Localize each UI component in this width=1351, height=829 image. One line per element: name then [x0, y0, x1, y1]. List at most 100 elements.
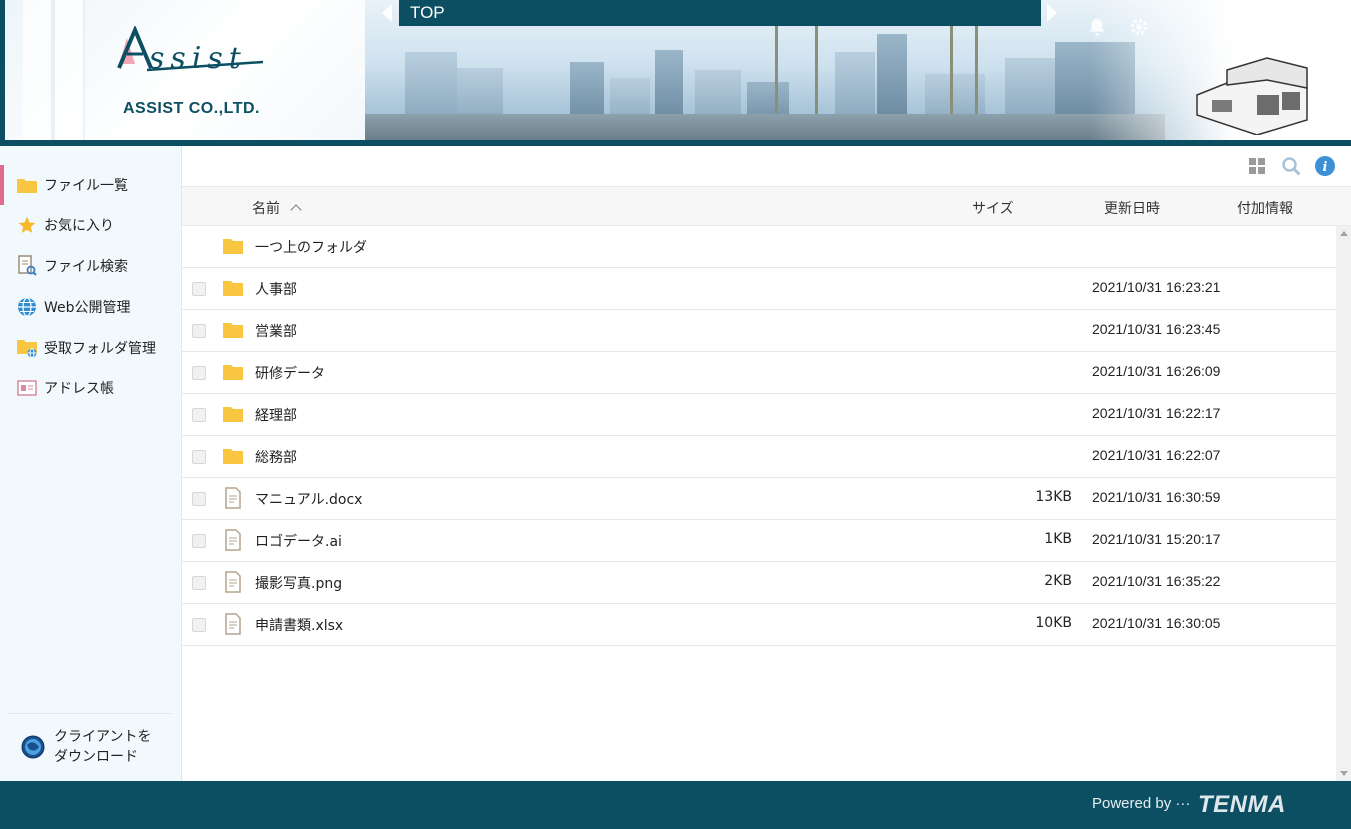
download-label-line1: クライアントを	[54, 729, 152, 745]
forward-arrow-icon[interactable]	[1047, 4, 1057, 22]
column-modified[interactable]: 更新日時	[1104, 198, 1160, 218]
document-icon	[225, 487, 241, 509]
table-row[interactable]: 申請書類.xlsx 10KB 2021/10/31 16:30:05	[182, 604, 1336, 646]
inbox-folder-icon	[16, 337, 38, 359]
sidebar-item-inbox-folder[interactable]: 受取フォルダ管理	[0, 328, 182, 368]
file-size: 10KB	[1035, 615, 1072, 631]
file-size: 2KB	[1044, 573, 1072, 589]
parent-folder-label: 一つ上のフォルダ	[255, 240, 367, 256]
gear-icon[interactable]	[1128, 16, 1150, 38]
row-checkbox[interactable]	[192, 450, 206, 464]
sidebar-item-favorites[interactable]: お気に入り	[0, 205, 182, 245]
document-icon	[225, 529, 241, 551]
folder-icon	[223, 323, 243, 338]
sidebar-divider	[9, 713, 171, 714]
sort-ascending-icon	[290, 204, 302, 216]
column-extra-info[interactable]: 付加情報	[1237, 198, 1293, 218]
file-name: マニュアル.docx	[255, 492, 363, 508]
search-icon[interactable]	[1280, 155, 1302, 177]
table-row[interactable]: マニュアル.docx 13KB 2021/10/31 16:30:59	[182, 478, 1336, 520]
breadcrumb-top[interactable]: TOP	[410, 3, 445, 23]
column-size[interactable]: サイズ	[972, 198, 1014, 218]
svg-text:ssist: ssist	[149, 41, 247, 76]
folder-icon	[223, 239, 243, 254]
company-name: ASSIST CO.,LTD.	[123, 100, 260, 117]
sidebar-item-file-list[interactable]: ファイル一覧	[0, 165, 182, 205]
sidebar-item-file-search[interactable]: ファイル検索	[0, 246, 182, 286]
download-label: クライアントを ダウンロード	[54, 727, 151, 767]
table-row[interactable]: 営業部 2021/10/31 16:23:45	[182, 310, 1336, 352]
scroll-down-icon[interactable]	[1340, 771, 1348, 776]
grid-view-icon[interactable]	[1246, 155, 1268, 177]
download-client-button[interactable]: クライアントを ダウンロード	[0, 724, 182, 770]
file-name: ロゴデータ.ai	[255, 534, 342, 550]
row-checkbox[interactable]	[192, 576, 206, 590]
file-name: 経理部	[255, 408, 297, 424]
file-name: 研修データ	[255, 366, 325, 382]
sidebar: ファイル一覧 お気に入り ファイル検索 Web公開管理 受取フォルダ管理 アドレ…	[0, 146, 182, 781]
file-modified: 2021/10/31 16:22:17	[1092, 405, 1221, 421]
file-modified: 2021/10/31 16:26:09	[1092, 363, 1221, 379]
row-checkbox[interactable]	[192, 324, 206, 338]
document-icon	[225, 613, 241, 635]
row-checkbox[interactable]	[192, 408, 206, 422]
sidebar-item-label: お気に入り	[44, 218, 114, 234]
svg-text:i: i	[1323, 160, 1328, 175]
file-modified: 2021/10/31 16:22:07	[1092, 447, 1221, 463]
row-checkbox[interactable]	[192, 366, 206, 380]
row-checkbox[interactable]	[192, 492, 206, 506]
file-modified: 2021/10/31 16:35:22	[1092, 573, 1221, 589]
file-modified: 2021/10/31 15:20:17	[1092, 531, 1221, 547]
construction-site	[365, 114, 1165, 140]
breadcrumb: TOP	[399, 0, 1041, 26]
company-logo[interactable]: ssist	[113, 26, 273, 96]
file-size: 13KB	[1035, 489, 1072, 505]
sidebar-item-label: ファイル検索	[44, 259, 128, 275]
download-label-line2: ダウンロード	[54, 749, 138, 765]
row-checkbox[interactable]	[192, 534, 206, 548]
folder-icon	[16, 174, 38, 196]
logo-area: ssist ASSIST CO.,LTD.	[0, 0, 365, 140]
download-globe-icon	[21, 735, 45, 759]
file-name: 人事部	[255, 282, 297, 298]
globe-icon	[16, 296, 38, 318]
folder-icon	[223, 407, 243, 422]
row-checkbox[interactable]	[192, 618, 206, 632]
toolbar: i	[182, 146, 1351, 186]
back-arrow-icon[interactable]	[382, 4, 392, 22]
header: ssist ASSIST CO.,LTD. TOP	[0, 0, 1351, 146]
table-row[interactable]: 人事部 2021/10/31 16:23:21	[182, 268, 1336, 310]
address-card-icon	[16, 377, 38, 399]
sidebar-item-label: ファイル一覧	[44, 178, 128, 194]
file-list-panel: i 名前 サイズ 更新日時 付加情報 一つ上のフォルダ 人事部 2021/10/…	[182, 146, 1351, 781]
folder-icon	[223, 281, 243, 296]
row-checkbox[interactable]	[192, 282, 206, 296]
table-row[interactable]: 撮影写真.png 2KB 2021/10/31 16:35:22	[182, 562, 1336, 604]
table-row[interactable]: 総務部 2021/10/31 16:22:07	[182, 436, 1336, 478]
file-modified: 2021/10/31 16:23:21	[1092, 279, 1221, 295]
vertical-scrollbar[interactable]	[1336, 226, 1351, 781]
tenma-logo[interactable]: TENMA	[1198, 791, 1286, 819]
file-modified: 2021/10/31 16:30:59	[1092, 489, 1221, 505]
sidebar-item-address-book[interactable]: アドレス帳	[0, 368, 182, 408]
column-header: 名前 サイズ 更新日時 付加情報	[182, 186, 1351, 226]
powered-by-text: Powered by ···	[1092, 795, 1191, 812]
info-icon[interactable]: i	[1314, 155, 1336, 177]
sidebar-item-web-publish[interactable]: Web公開管理	[0, 287, 182, 327]
house-sketch	[1196, 57, 1308, 135]
scroll-up-icon[interactable]	[1340, 231, 1348, 236]
table-row[interactable]: ロゴデータ.ai 1KB 2021/10/31 15:20:17	[182, 520, 1336, 562]
window-decoration	[23, 0, 85, 140]
bell-icon[interactable]	[1086, 16, 1108, 38]
table-row[interactable]: 研修データ 2021/10/31 16:26:09	[182, 352, 1336, 394]
table-row[interactable]: 経理部 2021/10/31 16:22:17	[182, 394, 1336, 436]
file-search-icon	[16, 255, 38, 277]
sidebar-item-label: アドレス帳	[44, 381, 114, 397]
document-icon	[225, 571, 241, 593]
parent-folder-row[interactable]: 一つ上のフォルダ	[182, 226, 1336, 268]
file-modified: 2021/10/31 16:23:45	[1092, 321, 1221, 337]
file-modified: 2021/10/31 16:30:05	[1092, 615, 1221, 631]
column-name[interactable]: 名前	[252, 198, 302, 218]
column-name-label: 名前	[252, 201, 280, 217]
file-name: 申請書類.xlsx	[255, 618, 344, 634]
